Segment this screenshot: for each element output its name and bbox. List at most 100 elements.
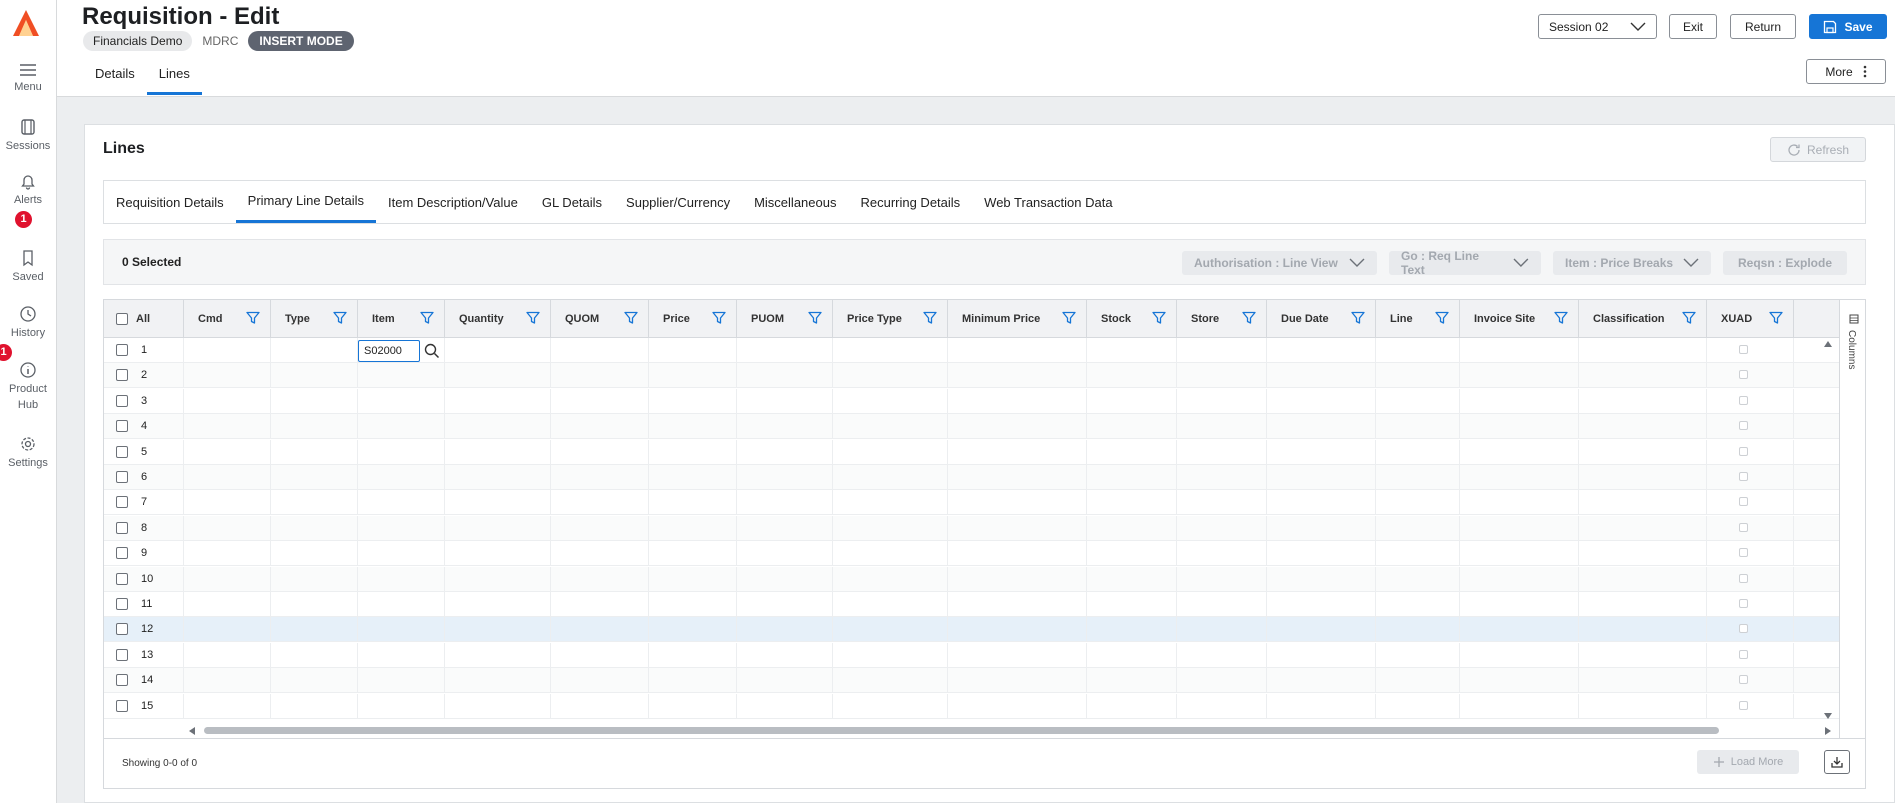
filter-icon[interactable] — [1062, 311, 1076, 328]
column-header-cmd[interactable]: Cmd — [184, 300, 271, 338]
grid-cell[interactable] — [649, 668, 737, 694]
column-header-xuad[interactable]: XUAD — [1707, 300, 1794, 338]
column-header-invoice-site[interactable]: Invoice Site — [1460, 300, 1579, 338]
grid-cell[interactable] — [833, 388, 948, 414]
grid-cell[interactable] — [1460, 388, 1579, 414]
scroll-left-icon[interactable] — [188, 726, 196, 736]
grid-cell[interactable] — [833, 541, 948, 567]
grid-cell[interactable] — [445, 668, 551, 694]
grid-cell[interactable] — [1177, 617, 1267, 643]
grid-cell[interactable] — [445, 515, 551, 541]
scroll-down-icon[interactable] — [1823, 712, 1833, 720]
grid-cell[interactable] — [1087, 617, 1177, 643]
grid-cell[interactable] — [649, 490, 737, 516]
grid-cell[interactable] — [1267, 338, 1376, 363]
grid-cell[interactable] — [1177, 439, 1267, 465]
grid-cell[interactable] — [737, 439, 833, 465]
grid-cell[interactable] — [1087, 566, 1177, 592]
table-row[interactable]: 6 — [104, 465, 1839, 490]
grid-cell[interactable] — [737, 693, 833, 719]
column-header-item[interactable]: Item — [358, 300, 445, 338]
grid-cell[interactable] — [948, 566, 1087, 592]
column-header-quom[interactable]: QUOM — [551, 300, 649, 338]
grid-cell[interactable] — [737, 338, 833, 363]
grid-cell[interactable] — [445, 338, 551, 363]
xuad-checkbox[interactable] — [1739, 370, 1748, 380]
grid-cell[interactable] — [737, 414, 833, 440]
xuad-checkbox[interactable] — [1739, 421, 1748, 431]
grid-cell[interactable] — [271, 465, 358, 490]
tab-gl-details[interactable]: GL Details — [530, 181, 614, 223]
grid-cell[interactable] — [1460, 668, 1579, 694]
grid-cell[interactable] — [271, 617, 358, 643]
grid-cell[interactable] — [184, 515, 271, 541]
filter-icon[interactable] — [1435, 311, 1449, 328]
grid-cell[interactable] — [1177, 490, 1267, 516]
xuad-checkbox[interactable] — [1739, 522, 1748, 532]
grid-cell[interactable] — [1267, 541, 1376, 567]
grid-cell[interactable] — [948, 465, 1087, 490]
column-header-type[interactable]: Type — [271, 300, 358, 338]
grid-cell[interactable] — [184, 541, 271, 567]
grid-cell[interactable] — [551, 363, 649, 389]
grid-cell[interactable] — [1177, 338, 1267, 363]
grid-cell[interactable] — [1460, 541, 1579, 567]
grid-cell[interactable] — [1087, 541, 1177, 567]
grid-cell[interactable] — [184, 693, 271, 719]
grid-cell[interactable] — [184, 490, 271, 516]
grid-cell[interactable] — [948, 439, 1087, 465]
grid-cell[interactable] — [1267, 439, 1376, 465]
grid-cell[interactable] — [948, 490, 1087, 516]
grid-cell[interactable] — [184, 388, 271, 414]
grid-cell[interactable] — [551, 566, 649, 592]
grid-cell[interactable] — [948, 617, 1087, 643]
grid-cell[interactable] — [1267, 388, 1376, 414]
grid-cell[interactable] — [1707, 592, 1794, 617]
xuad-checkbox[interactable] — [1739, 345, 1748, 354]
grid-cell[interactable] — [1376, 414, 1460, 440]
filter-icon[interactable] — [1152, 311, 1166, 328]
grid-cell[interactable] — [833, 465, 948, 490]
grid-cell[interactable] — [271, 668, 358, 694]
grid-cell[interactable] — [445, 439, 551, 465]
grid-cell[interactable] — [358, 642, 445, 668]
grid-cell[interactable] — [1267, 515, 1376, 541]
grid-cell[interactable] — [1707, 439, 1794, 465]
table-row[interactable]: 14 — [104, 668, 1839, 694]
grid-cell[interactable] — [271, 490, 358, 516]
grid-cell[interactable] — [551, 388, 649, 414]
grid-cell[interactable] — [1376, 693, 1460, 719]
grid-cell[interactable] — [1460, 566, 1579, 592]
grid-cell[interactable] — [649, 693, 737, 719]
grid-cell[interactable] — [445, 592, 551, 617]
table-row[interactable]: 1 — [104, 338, 1839, 363]
grid-cell[interactable] — [1376, 566, 1460, 592]
grid-cell[interactable] — [1177, 592, 1267, 617]
grid-cell[interactable] — [948, 642, 1087, 668]
grid-cell[interactable] — [948, 515, 1087, 541]
grid-cell[interactable] — [551, 515, 649, 541]
grid-cell[interactable] — [271, 414, 358, 440]
grid-cell[interactable] — [1087, 642, 1177, 668]
grid-cell[interactable] — [948, 592, 1087, 617]
grid-cell[interactable] — [358, 414, 445, 440]
tab-primary-line-details[interactable]: Primary Line Details — [235, 181, 376, 223]
grid-cell[interactable] — [358, 439, 445, 465]
column-header-price-type[interactable]: Price Type — [833, 300, 948, 338]
grid-cell[interactable] — [1579, 414, 1707, 440]
filter-icon[interactable] — [1682, 311, 1696, 328]
tab-requisition-details[interactable]: Requisition Details — [104, 181, 236, 223]
session-select[interactable]: Session 02 — [1538, 14, 1657, 39]
grid-cell[interactable] — [1087, 465, 1177, 490]
xuad-checkbox[interactable] — [1739, 599, 1748, 608]
filter-icon[interactable] — [1554, 311, 1568, 328]
refresh-button[interactable]: Refresh — [1770, 137, 1866, 162]
table-row[interactable]: 15 — [104, 693, 1839, 719]
grid-cell[interactable] — [833, 338, 948, 363]
grid-cell[interactable] — [649, 465, 737, 490]
grid-cell[interactable] — [1087, 693, 1177, 719]
xuad-checkbox[interactable] — [1739, 624, 1748, 634]
grid-cell[interactable] — [1460, 414, 1579, 440]
xuad-checkbox[interactable] — [1739, 700, 1748, 710]
item-price-breaks-button[interactable]: Item : Price Breaks — [1553, 251, 1711, 275]
